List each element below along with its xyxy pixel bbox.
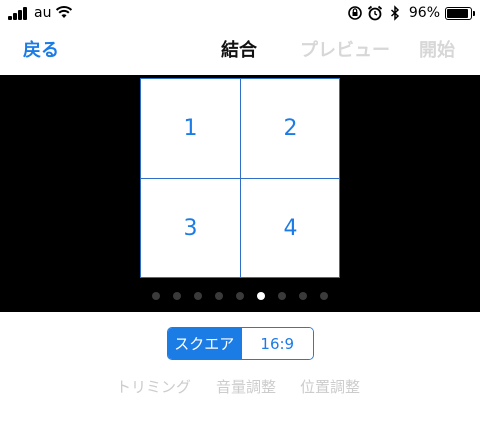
- navigation-bar: 戻る 結合 プレビュー 開始: [0, 28, 480, 74]
- rotation-lock-icon: [348, 6, 362, 20]
- aspect-square-segment[interactable]: スクエア: [168, 328, 241, 359]
- page-dot-6[interactable]: [257, 292, 265, 300]
- page-dot-8[interactable]: [299, 292, 307, 300]
- start-button[interactable]: 開始: [419, 36, 455, 62]
- layout-preview-area: 1 2 3 4: [0, 75, 480, 312]
- aspect-segmented-control: スクエア 16:9: [167, 327, 314, 360]
- page-title: 結合: [221, 40, 257, 61]
- layout-grid: 1 2 3 4: [140, 78, 340, 278]
- bluetooth-icon: [390, 5, 399, 21]
- cellular-signal-icon: [8, 7, 30, 20]
- page-dot-4[interactable]: [215, 292, 223, 300]
- alarm-icon: [367, 5, 382, 21]
- page-dot-5[interactable]: [236, 292, 244, 300]
- battery-icon: [445, 6, 475, 20]
- carrier-name: au: [34, 5, 52, 21]
- page-dot-2[interactable]: [173, 292, 181, 300]
- battery-cap: [473, 10, 475, 16]
- grid-cell-3[interactable]: 3: [141, 179, 241, 278]
- page-dot-3[interactable]: [194, 292, 202, 300]
- page-dot-7[interactable]: [278, 292, 286, 300]
- battery-percentage: 96%: [408, 5, 440, 21]
- grid-cell-4[interactable]: 4: [241, 179, 340, 278]
- back-button[interactable]: 戻る: [23, 36, 59, 62]
- grid-cell-1[interactable]: 1: [141, 79, 241, 179]
- volume-adjust-button[interactable]: 音量調整: [216, 376, 276, 397]
- status-right-group: 96%: [343, 4, 475, 22]
- aspect-16-9-segment[interactable]: 16:9: [240, 328, 313, 359]
- trim-button[interactable]: トリミング: [116, 376, 191, 397]
- screen: au 96% 戻る 結合 プレビュー 開始 1 2 3 4 スクエア 16:9 …: [0, 0, 480, 428]
- wifi-icon: [55, 6, 73, 18]
- position-adjust-button[interactable]: 位置調整: [300, 376, 360, 397]
- edit-tools: トリミング 音量調整 位置調整: [0, 376, 480, 398]
- battery-level-fill: [447, 8, 468, 18]
- page-dot-9[interactable]: [320, 292, 328, 300]
- status-bar: au 96%: [0, 0, 480, 28]
- page-indicator[interactable]: [0, 292, 480, 302]
- preview-button[interactable]: プレビュー: [300, 36, 390, 62]
- page-dot-1[interactable]: [152, 292, 160, 300]
- grid-cell-2[interactable]: 2: [241, 79, 340, 179]
